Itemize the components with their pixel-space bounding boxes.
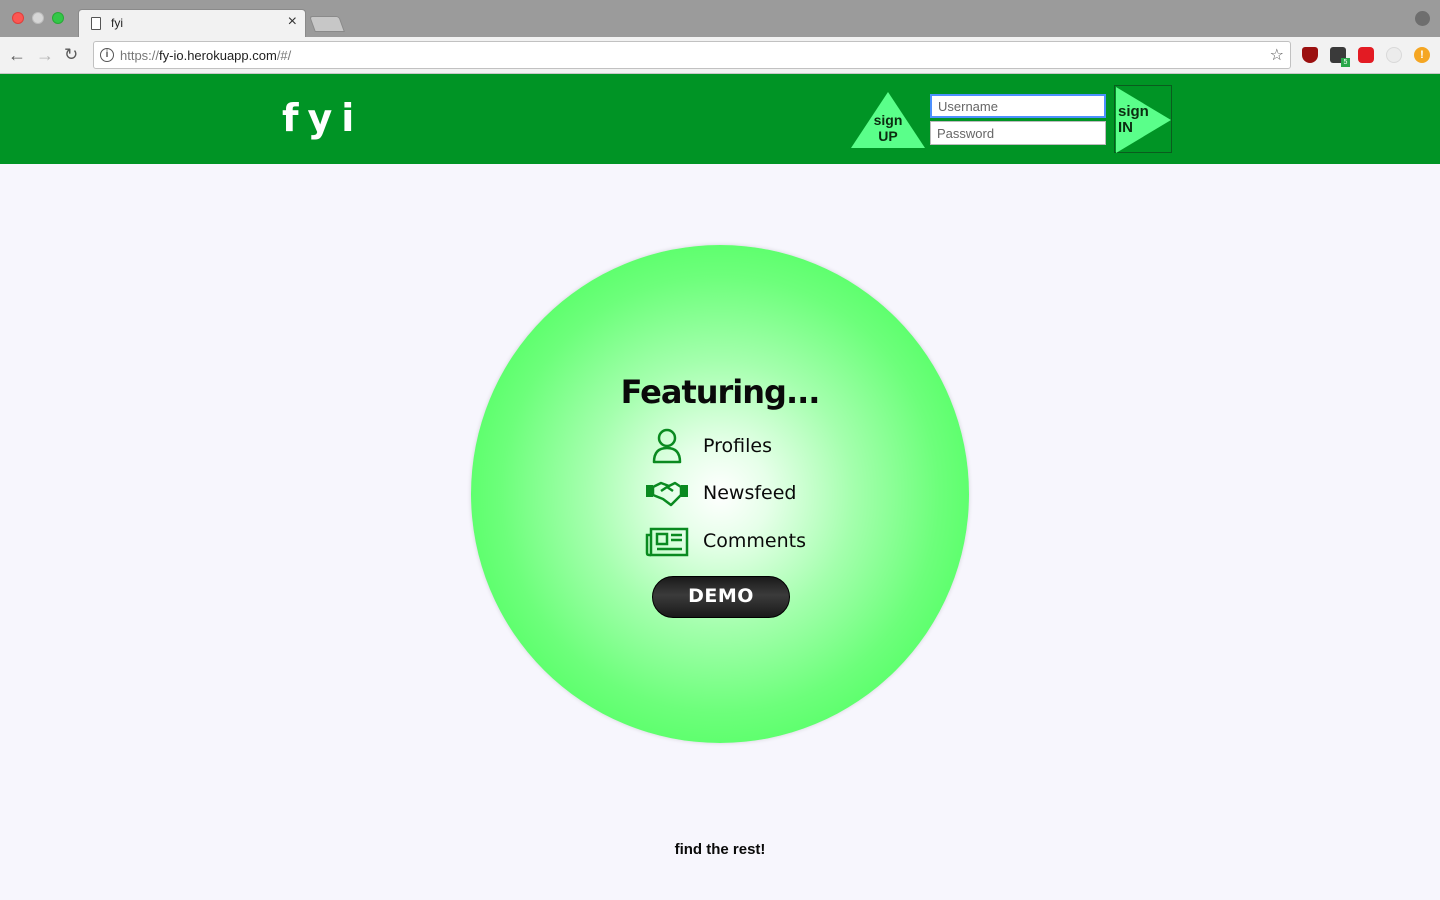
sign-in-label: sign IN xyxy=(1118,103,1149,136)
demo-button[interactable]: DEMO xyxy=(652,576,790,618)
sign-up-button[interactable]: sign UP xyxy=(851,92,925,148)
site-logo[interactable]: fyi xyxy=(282,96,363,140)
page-icon xyxy=(91,17,101,30)
browser-tab[interactable]: fyi × xyxy=(78,9,306,37)
site-header: fyi sign UP sign IN xyxy=(0,74,1440,164)
bookmark-star-icon[interactable]: ☆ xyxy=(1270,45,1284,65)
minimize-window-button[interactable] xyxy=(32,12,44,24)
browser-toolbar: ← → ↻ i https://fy-io.herokuapp.com/#/ ☆… xyxy=(0,37,1440,74)
forward-arrow-icon[interactable]: → xyxy=(36,45,54,65)
extension-circle-icon[interactable] xyxy=(1386,47,1402,63)
sign-up-label: sign UP xyxy=(873,112,903,144)
url-text[interactable]: https://fy-io.herokuapp.com/#/ xyxy=(120,48,291,63)
user-profile-icon xyxy=(652,428,682,464)
reload-icon[interactable]: ↻ xyxy=(64,45,78,65)
tab-title: fyi xyxy=(111,16,123,30)
find-the-rest-text: find the rest! xyxy=(674,841,766,858)
ublock-extension-icon[interactable] xyxy=(1302,47,1318,63)
handshake-icon xyxy=(646,481,688,507)
feature-label: Newsfeed xyxy=(703,482,797,504)
feature-profiles: Profiles xyxy=(645,428,845,468)
back-arrow-icon[interactable]: ← xyxy=(8,45,26,65)
feature-circle: Featuring... Profiles Newsfeed Comments … xyxy=(471,245,969,743)
alert-extension-icon[interactable]: ! xyxy=(1414,47,1430,63)
feature-label: Comments xyxy=(703,530,806,552)
tab-close-button[interactable]: × xyxy=(288,13,297,31)
info-icon[interactable]: i xyxy=(100,48,114,62)
address-bar[interactable]: i https://fy-io.herokuapp.com/#/ ☆ xyxy=(93,41,1291,69)
feature-label: Profiles xyxy=(703,435,772,457)
feature-newsfeed: Newsfeed xyxy=(645,475,845,515)
extension-icon[interactable]: 5 xyxy=(1330,47,1350,67)
featuring-title: Featuring... xyxy=(620,373,821,411)
sign-in-button[interactable]: sign IN xyxy=(1114,85,1172,153)
extension-badge: 5 xyxy=(1341,58,1350,67)
browser-tabstrip: fyi × xyxy=(0,0,1440,37)
feature-comments: Comments xyxy=(645,523,845,563)
browser-profile-icon[interactable] xyxy=(1415,11,1430,26)
newspaper-icon xyxy=(645,527,689,557)
zoom-window-button[interactable] xyxy=(52,12,64,24)
youtube-extension-icon[interactable] xyxy=(1358,47,1374,63)
username-input[interactable] xyxy=(930,94,1106,118)
new-tab-button[interactable] xyxy=(309,16,345,32)
close-window-button[interactable] xyxy=(12,12,24,24)
password-input[interactable] xyxy=(930,121,1106,145)
